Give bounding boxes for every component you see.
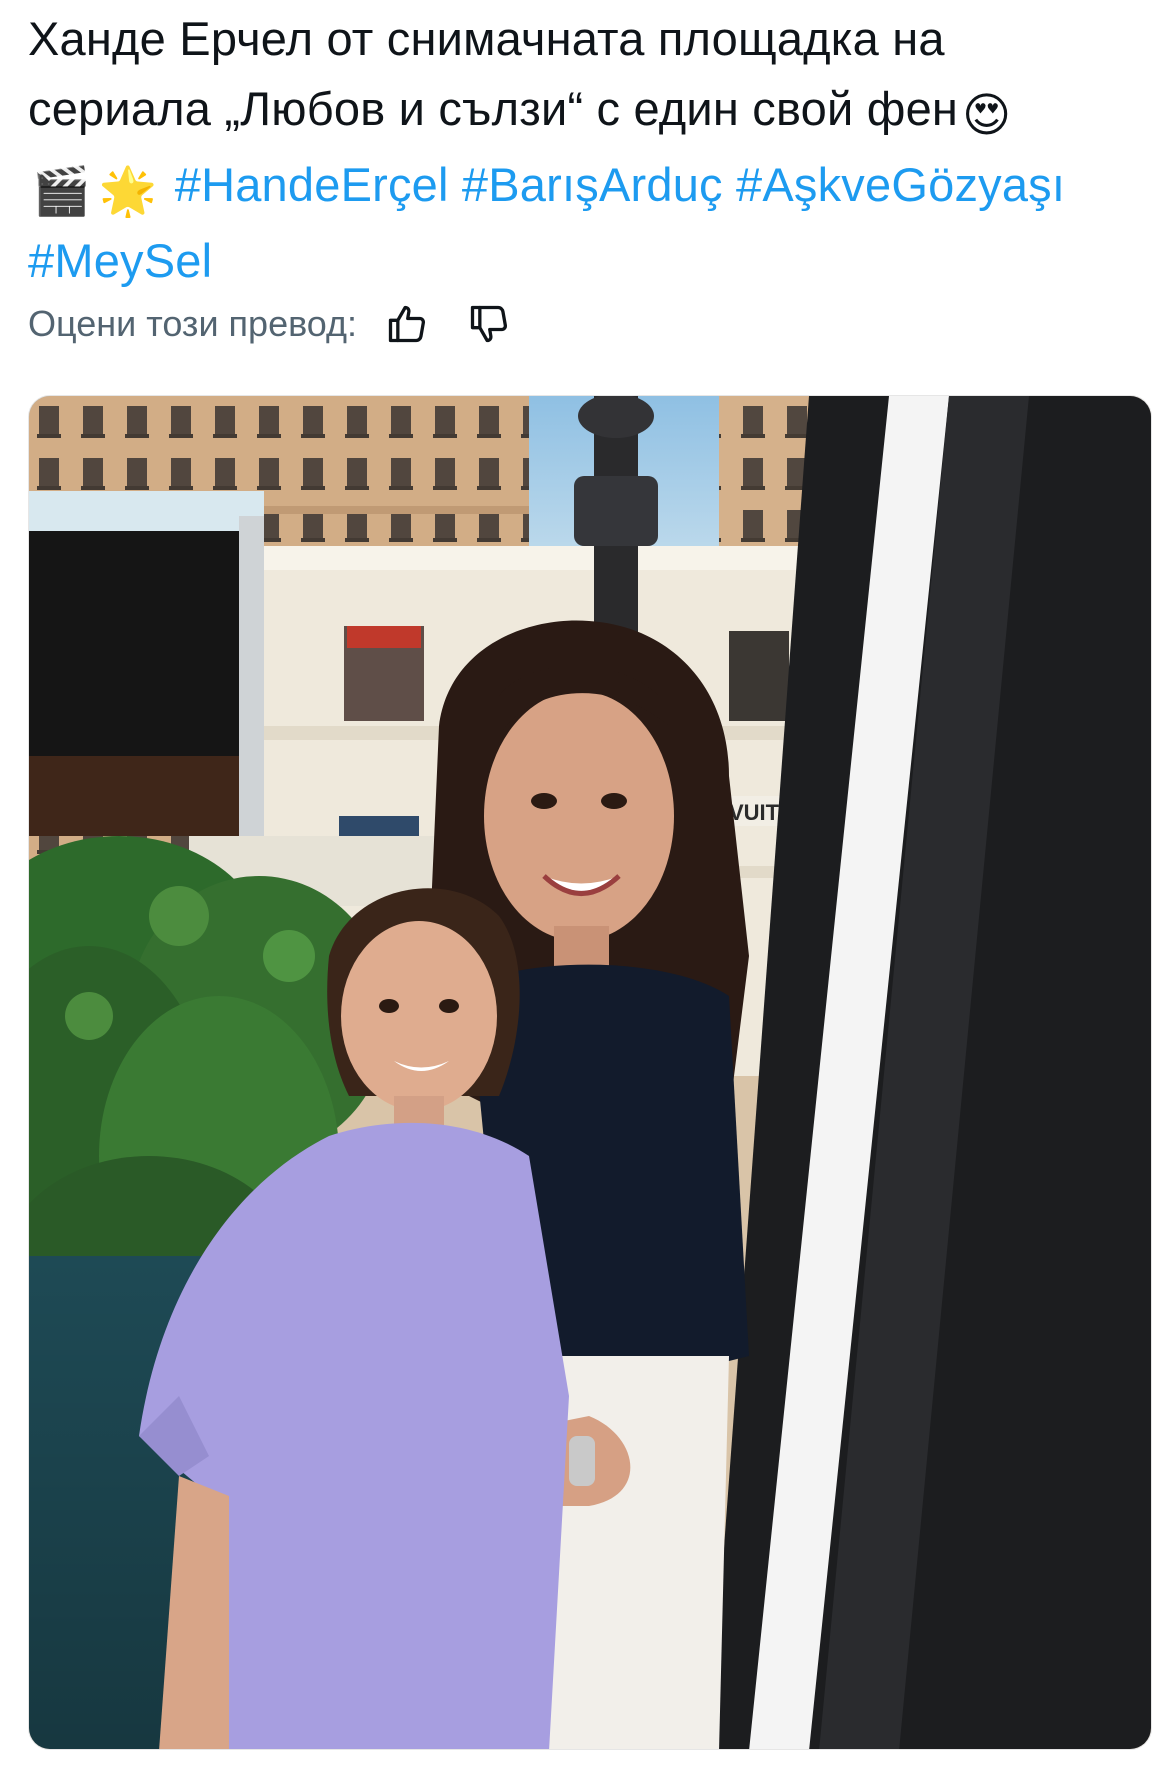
hashtag-link[interactable]: #BarışArduç: [462, 158, 723, 211]
post: Ханде Ерчел от снимачната площадка на се…: [0, 0, 1170, 1772]
thumbs-up-button[interactable]: [379, 296, 435, 352]
hashtag-link[interactable]: #MeySel: [28, 234, 212, 287]
hashtag-link[interactable]: #AşkveGözyaşı: [736, 158, 1065, 211]
post-text-line-3: 🎬 🌟 #HandeErçel #BarışArduç #AşkveGözyaşı: [28, 150, 1148, 226]
clapper-board-emoji-icon: 🎬: [32, 164, 91, 217]
thumbs-down-icon: [470, 305, 508, 343]
heart-eyes-emoji-icon: 😍: [962, 88, 1012, 141]
post-photo[interactable]: VUITTON: [28, 395, 1152, 1750]
post-text-line-1: Ханде Ерчел от снимачната площадка на: [28, 12, 945, 65]
rate-translation: Оцени този превод:: [28, 296, 517, 352]
thumbs-down-button[interactable]: [461, 296, 517, 352]
post-text-line-2: сериала „Любов и сълзи“ с един свой фен😍: [28, 74, 1148, 150]
post-text-line-4: #MeySel: [28, 226, 1148, 296]
hashtag-link[interactable]: #HandeErçel: [175, 158, 449, 211]
glowing-star-emoji-icon: 🌟: [98, 164, 158, 217]
rate-translation-label: Оцени този превод:: [28, 303, 358, 344]
photo-illustration: VUITTON: [29, 396, 1151, 1749]
post-text: Ханде Ерчел от снимачната площадка на се…: [28, 4, 1148, 296]
thumbs-up-icon: [388, 305, 426, 343]
